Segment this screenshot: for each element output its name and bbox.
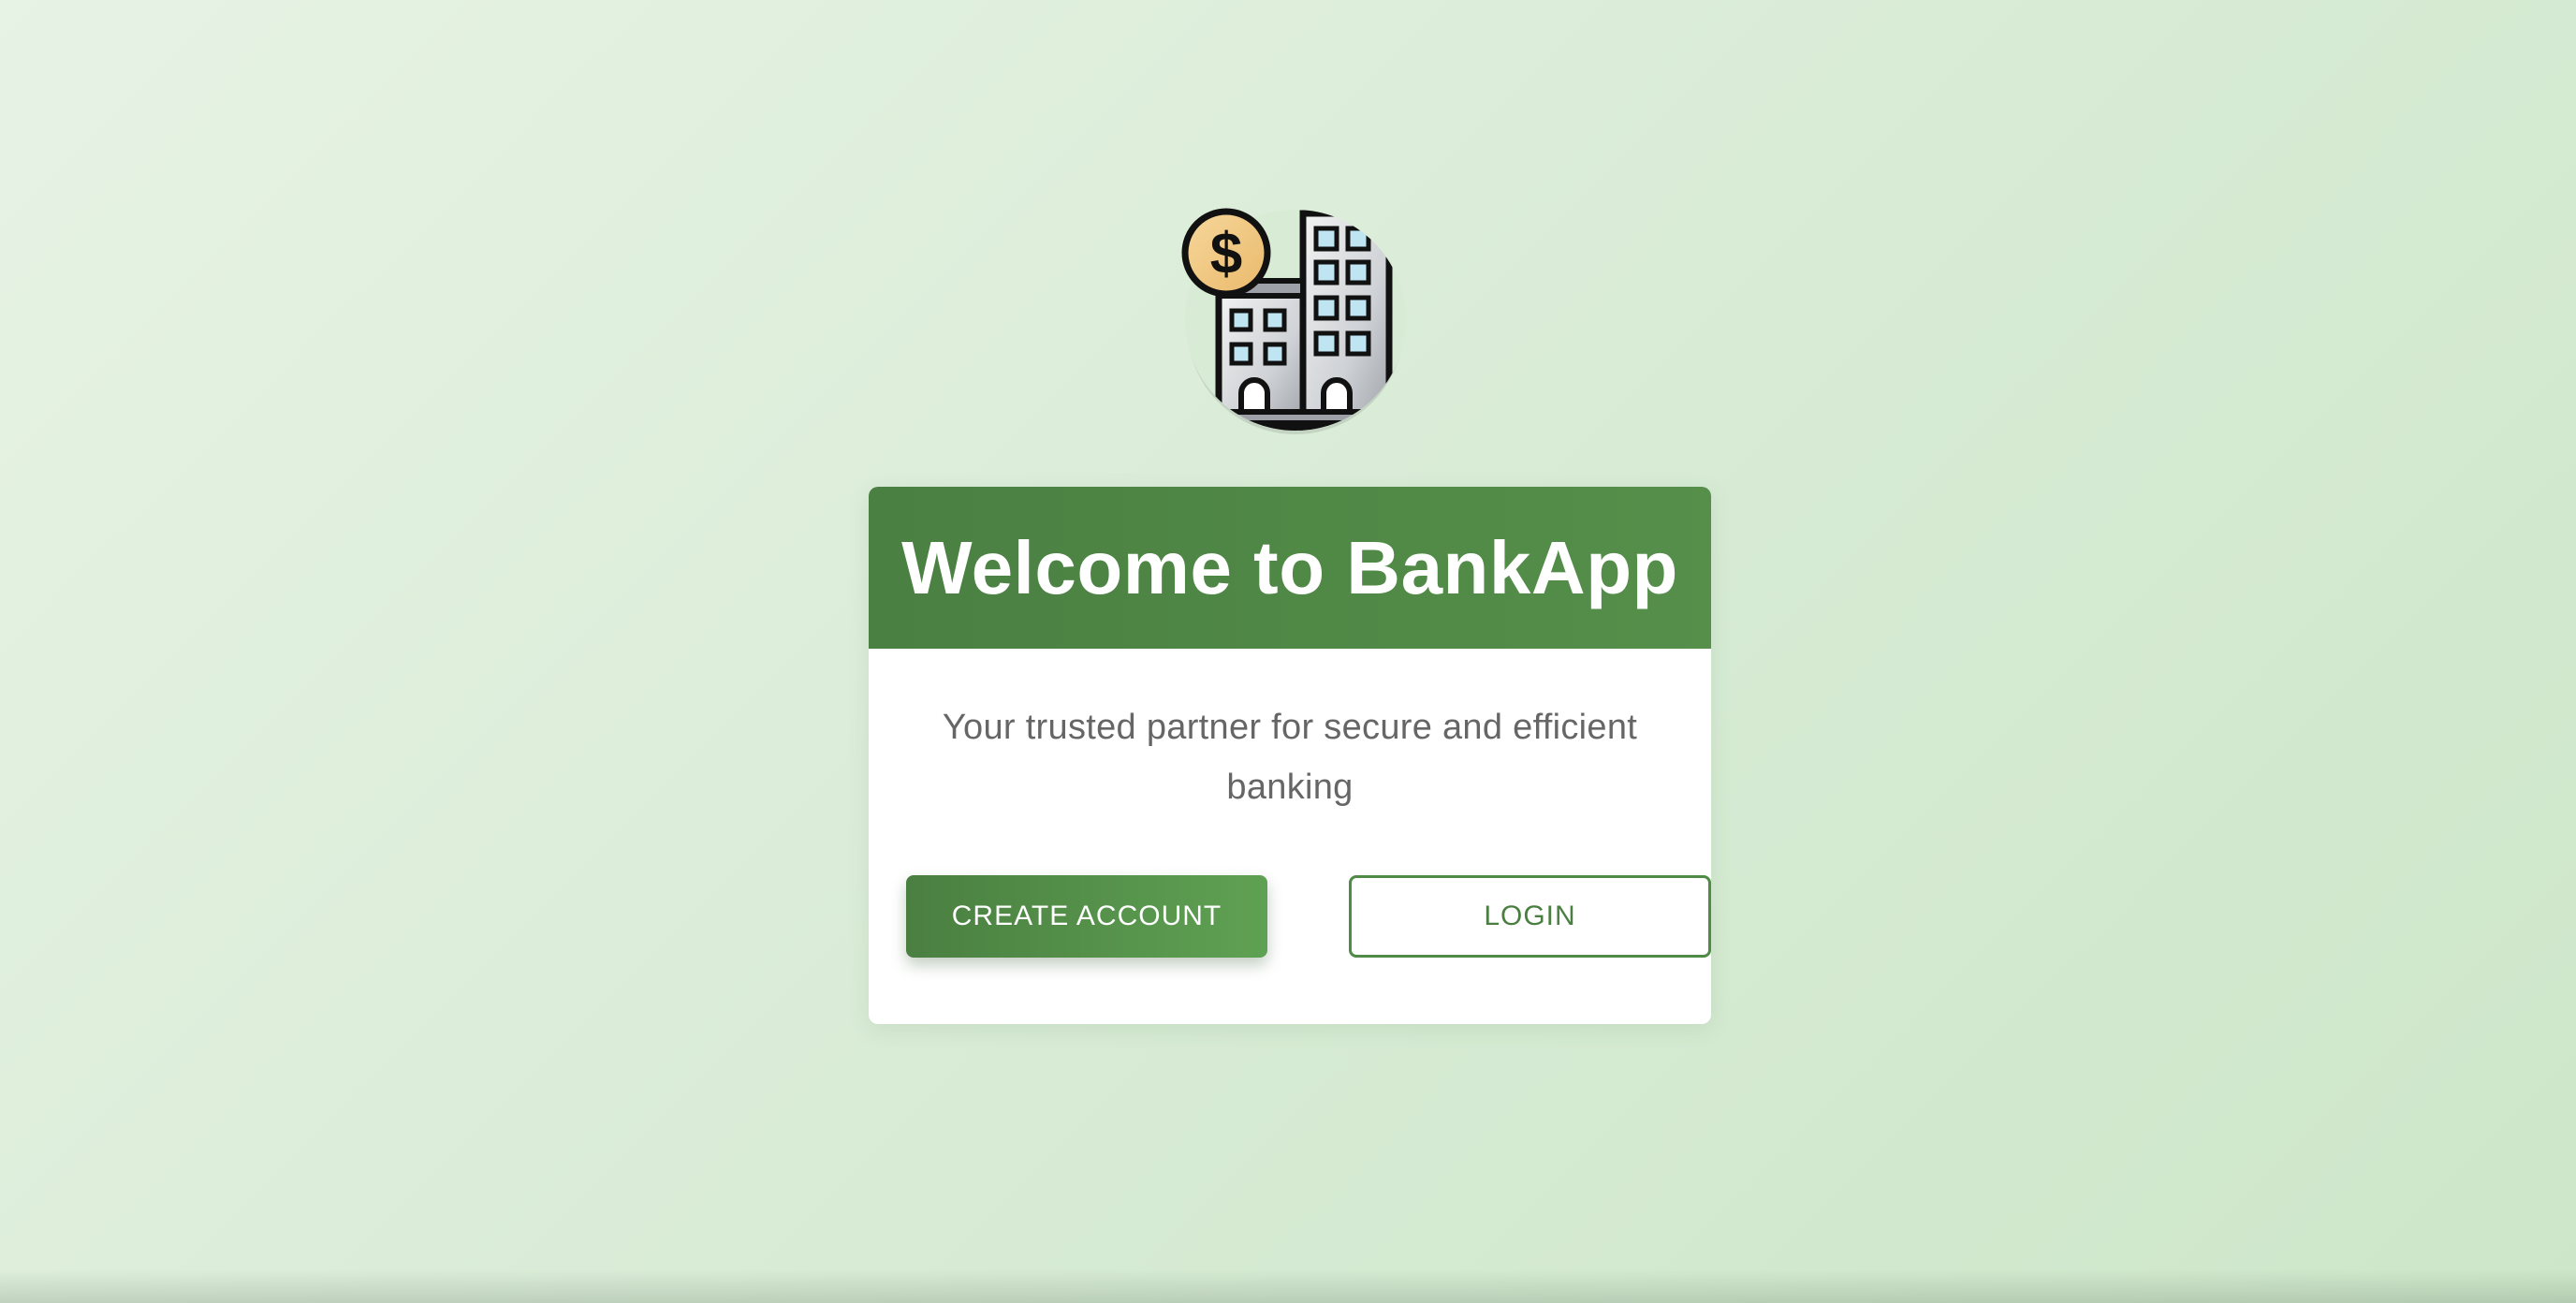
login-button[interactable]: LOGIN [1349, 875, 1711, 958]
card-body: Your trusted partner for secure and effi… [869, 649, 1711, 817]
bottom-shadow [0, 1269, 2576, 1303]
tagline-text: Your trusted partner for secure and effi… [942, 708, 1638, 807]
landing-page: $ Welcome to BankApp Your trusted partne… [0, 0, 2576, 1303]
card-header: Welcome to BankApp [869, 487, 1711, 649]
welcome-card: Welcome to BankApp Your trusted partner … [869, 487, 1711, 1024]
svg-text:$: $ [1210, 222, 1242, 286]
page-title: Welcome to BankApp [901, 525, 1678, 609]
action-buttons: CREATE ACCOUNT LOGIN [906, 875, 1711, 958]
create-account-button[interactable]: CREATE ACCOUNT [906, 875, 1267, 958]
bank-logo-icon: $ [1181, 208, 1406, 434]
